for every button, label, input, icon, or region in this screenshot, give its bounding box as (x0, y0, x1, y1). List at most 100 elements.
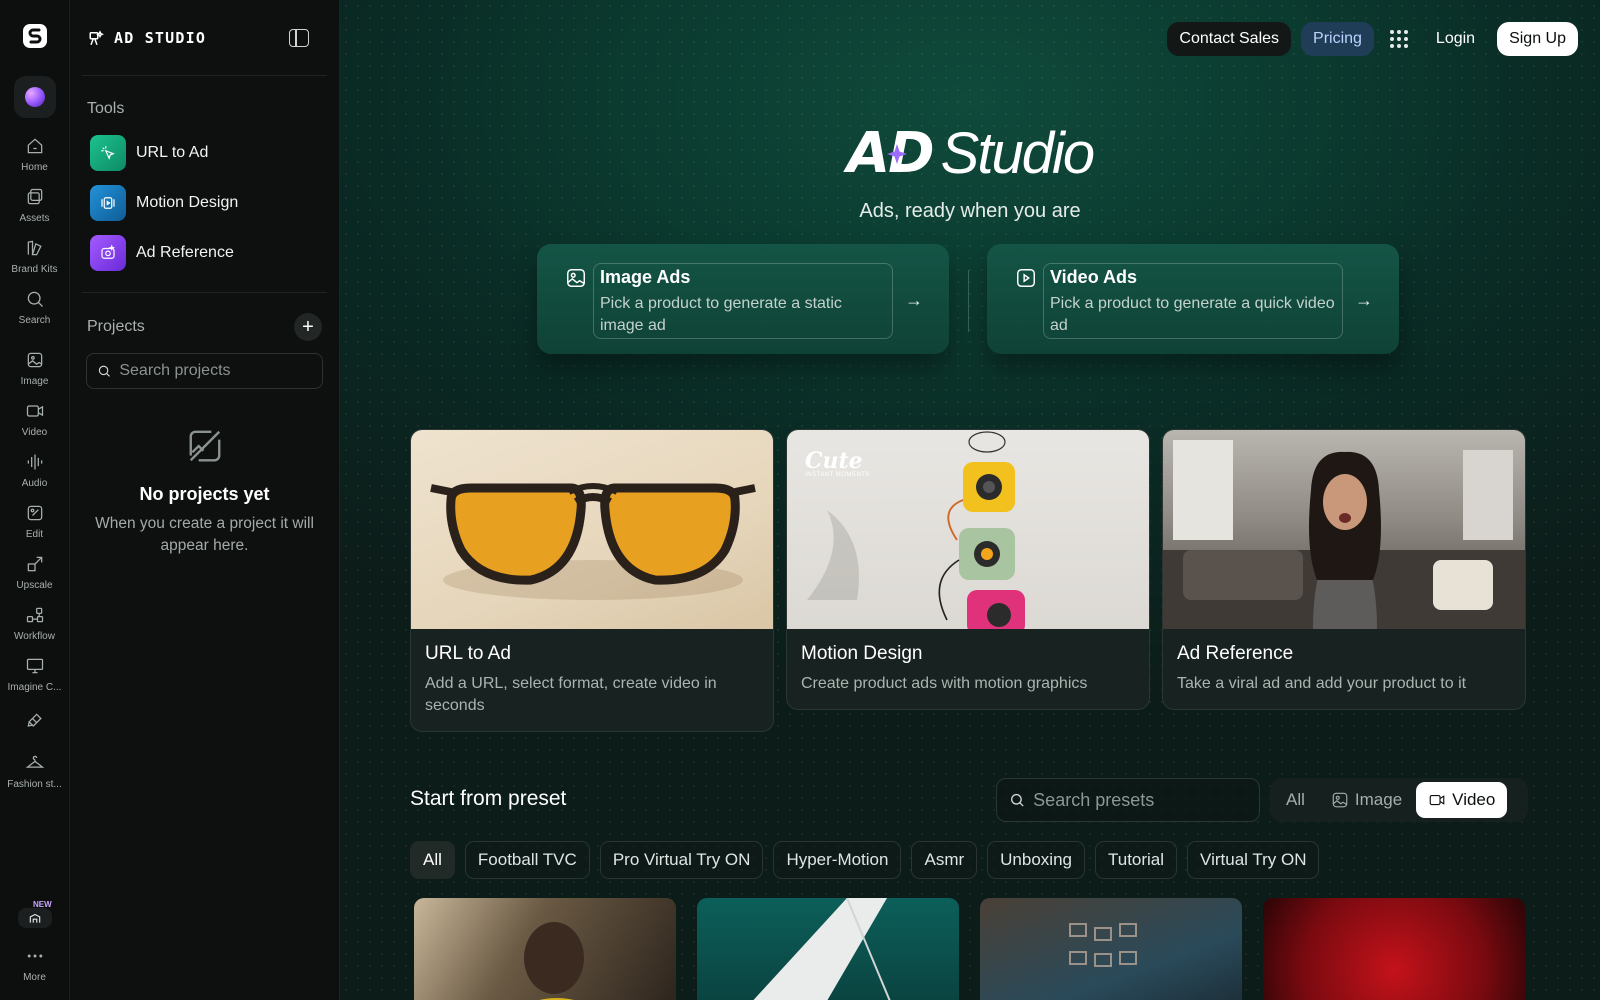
signup-button[interactable]: Sign Up (1497, 22, 1578, 56)
contact-sales-button[interactable]: Contact Sales (1167, 22, 1292, 56)
chip-football-tvc[interactable]: Football TVC (464, 841, 590, 879)
rail-item-label: Edit (25, 529, 44, 540)
rail-item-imagine[interactable]: Imagine C... (0, 656, 70, 693)
pricing-button[interactable]: Pricing (1301, 22, 1374, 56)
top-nav: Contact Sales Pricing Login Sign Up (1167, 22, 1578, 56)
video-icon (1429, 794, 1445, 806)
segment-all[interactable]: All (1274, 782, 1317, 818)
chip-virtual-try-on[interactable]: Virtual Try ON (1187, 841, 1320, 879)
rail-item-search[interactable]: Search (0, 289, 70, 326)
image-ads-card[interactable]: Image Ads Pick a product to generate a s… (537, 244, 949, 354)
arrow-right-icon: → (905, 290, 923, 310)
image-ads-content: Image Ads Pick a product to generate a s… (593, 263, 893, 339)
project-search-input[interactable] (119, 362, 312, 380)
rail-item-home[interactable]: Home (0, 136, 70, 173)
rail-item-stack[interactable] (0, 711, 70, 731)
image-ads-desc: Pick a product to generate a static imag… (600, 295, 842, 334)
main-content: Contact Sales Pricing Login Sign Up AD S… (340, 0, 1600, 1000)
rail-item-label: Workflow (14, 631, 55, 642)
segment-image[interactable]: Image (1319, 782, 1414, 818)
rail-item-brand-kits[interactable]: Brand Kits (0, 238, 70, 275)
hero-logo-ad: AD (847, 121, 937, 186)
tool-url-to-ad[interactable]: URL to Ad (70, 128, 339, 178)
rail-item-edit[interactable]: Edit (0, 503, 70, 540)
rail-item-label: Assets (19, 213, 50, 224)
rail-item-label: More (23, 972, 46, 983)
search-icon (1011, 793, 1024, 807)
rail-item-upscale[interactable]: Upscale (0, 554, 70, 591)
rail-item-video[interactable]: Video (0, 401, 70, 438)
preset-search-input[interactable] (1033, 789, 1247, 811)
chip-unboxing[interactable]: Unboxing (987, 841, 1085, 879)
segment-video[interactable]: Video (1416, 782, 1508, 818)
feature-title: Motion Design (801, 643, 923, 664)
plus-icon: + (302, 315, 314, 338)
empty-projects: No projects yet When you create a projec… (70, 427, 339, 557)
motion-frame-icon (90, 185, 126, 221)
image-icon (1332, 792, 1348, 808)
video-ads-card[interactable]: Video Ads Pick a product to generate a q… (987, 244, 1399, 354)
rail-item-image[interactable]: Image (0, 350, 70, 387)
rail-item-assets[interactable]: Assets (0, 187, 70, 224)
new-feature-button[interactable] (18, 908, 52, 928)
upscale-icon (27, 556, 42, 572)
tools-heading: Tools (87, 100, 125, 117)
tool-ad-reference[interactable]: Ad Reference (70, 228, 339, 278)
preset-thumbnail[interactable] (1263, 898, 1525, 1000)
sidebar-toggle-icon[interactable] (289, 28, 309, 47)
chip-hyper-motion[interactable]: Hyper-Motion (773, 841, 902, 879)
ad-studio-icon (89, 29, 104, 45)
feature-title: URL to Ad (425, 643, 511, 664)
add-project-button[interactable]: + (294, 313, 322, 341)
projects-heading: Projects (87, 318, 145, 335)
side-panel: AD STUDIO Tools URL to Ad Motion Design … (70, 0, 340, 1000)
stack-icon (27, 713, 42, 727)
preset-thumbnail[interactable] (697, 898, 959, 1000)
sunglasses-image (411, 430, 773, 629)
hero-logo: AD Studio (340, 120, 1600, 187)
feature-desc: Add a URL, select format, create video i… (425, 675, 717, 714)
workspace-avatar[interactable] (13, 76, 56, 118)
chip-all[interactable]: All (410, 841, 455, 879)
chip-asmr[interactable]: Asmr (911, 841, 978, 879)
rail-item-label: Video (21, 427, 48, 438)
feature-card-ad-reference[interactable]: Ad Reference Take a viral ad and add you… (1162, 429, 1526, 710)
login-button[interactable]: Login (1424, 22, 1487, 56)
tool-motion-design[interactable]: Motion Design (70, 178, 339, 228)
preset-search-field[interactable] (996, 778, 1260, 822)
arrow-right-icon: → (1355, 290, 1373, 310)
preset-thumbnail[interactable] (414, 898, 676, 1000)
tool-label: Motion Design (136, 194, 239, 211)
rail-item-workflow[interactable]: Workflow (0, 605, 70, 642)
rail-item-label: Image (20, 376, 49, 387)
feature-card-url-to-ad[interactable]: URL to Ad Add a URL, select format, crea… (410, 429, 774, 732)
apps-grid-icon[interactable] (1384, 24, 1414, 54)
feature-desc: Take a viral ad and add your product to … (1177, 675, 1467, 692)
empty-description: When you create a project it will appear… (95, 515, 314, 554)
more-icon (27, 954, 42, 958)
image-icon (567, 269, 585, 287)
chip-tutorial[interactable]: Tutorial (1094, 841, 1178, 879)
chip-pro-virtual-try-on[interactable]: Pro Virtual Try ON (599, 841, 764, 879)
feature-card-motion-design[interactable]: Cute INSTANT MOMENTS Motion Design Creat… (786, 429, 1150, 710)
project-search-field[interactable] (86, 353, 323, 389)
feature-title: Ad Reference (1177, 643, 1294, 664)
rail-item-fashion[interactable]: Fashion st... (0, 753, 70, 790)
video-icon (26, 405, 43, 417)
no-image-icon (189, 430, 220, 462)
video-ads-title: Video Ads (1050, 267, 1138, 287)
preset-thumbnail[interactable] (980, 898, 1242, 1000)
hero-subtitle: Ads, ready when you are (859, 200, 1081, 222)
rail-item-audio[interactable]: Audio (0, 452, 70, 489)
rail-item-label: Home (21, 162, 48, 173)
media-type-toggle: All Image Video (1270, 778, 1528, 822)
assets-icon (27, 188, 42, 205)
edit-icon (27, 505, 42, 521)
hero-logo-studio: Studio (940, 121, 1095, 186)
panel-brand-label: AD STUDIO (114, 28, 207, 47)
camera-sparkle-icon (90, 235, 126, 271)
search-icon (98, 365, 110, 377)
image-ads-title: Image Ads (600, 267, 691, 287)
rail-item-more[interactable]: More (0, 946, 70, 983)
app-logo-icon[interactable] (21, 22, 49, 50)
